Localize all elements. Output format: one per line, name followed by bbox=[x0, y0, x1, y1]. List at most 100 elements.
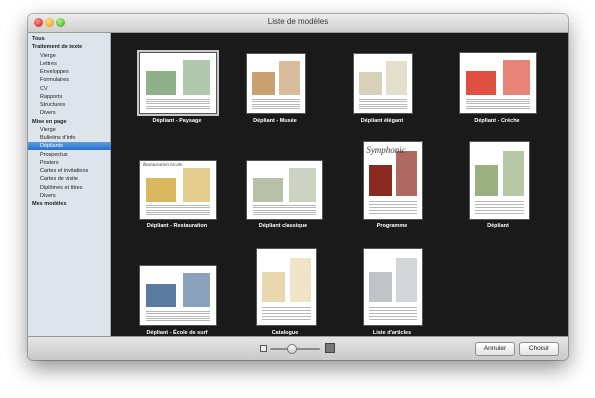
text-line bbox=[368, 306, 418, 308]
sidebar-item[interactable]: Divers bbox=[28, 109, 122, 117]
thumbnail-heading: Restauration locale bbox=[143, 163, 183, 169]
thumbnail-image bbox=[396, 258, 418, 303]
category-sidebar: Tous Traitement de texte Vierge Lettres Enve… bbox=[28, 33, 122, 336]
template-thumbnail[interactable] bbox=[139, 265, 217, 326]
template-thumbnail[interactable] bbox=[246, 53, 306, 114]
text-line bbox=[466, 108, 530, 110]
template-label[interactable]: Dépliant - Crèche bbox=[442, 118, 552, 124]
template-thumbnail[interactable] bbox=[459, 52, 537, 114]
sidebar-item[interactable]: Traitement de texte bbox=[28, 43, 114, 51]
sidebar-item[interactable]: Structures bbox=[28, 101, 122, 109]
text-line bbox=[368, 312, 418, 314]
text-line bbox=[146, 207, 210, 209]
text-line bbox=[474, 203, 525, 205]
text-line bbox=[466, 101, 530, 102]
thumbnail-image bbox=[386, 61, 408, 96]
template-label[interactable]: Dépliant - Restauration bbox=[122, 223, 232, 229]
text-line bbox=[368, 212, 418, 214]
sidebar-item[interactable]: Lettres bbox=[28, 60, 122, 68]
text-line bbox=[146, 212, 210, 214]
text-line bbox=[146, 103, 210, 105]
template-thumbnail[interactable] bbox=[137, 50, 219, 116]
template-thumbnail[interactable] bbox=[246, 160, 323, 220]
zoom-slider-knob[interactable] bbox=[287, 344, 297, 354]
cancel-button[interactable]: Annuler bbox=[475, 342, 515, 356]
choose-button[interactable]: Choisir bbox=[519, 342, 559, 356]
sidebar-item[interactable]: Mise en page bbox=[28, 118, 114, 126]
sidebar-item[interactable]: Cartes et invitations bbox=[28, 167, 122, 175]
template-label[interactable]: Dépliant - Musée bbox=[220, 118, 330, 124]
text-line bbox=[146, 108, 210, 110]
text-line bbox=[146, 214, 210, 216]
text-line bbox=[251, 98, 301, 100]
thumbnail-image bbox=[368, 165, 392, 196]
template-gallery: Dépliant - Paysage Dépliant - Musée Déplia… bbox=[111, 33, 568, 336]
text-line bbox=[253, 209, 316, 211]
text-line bbox=[146, 313, 210, 315]
text-line bbox=[358, 105, 408, 107]
template-chooser-window: Liste de modèles Tous Traitement de texte… bbox=[28, 14, 568, 360]
sidebar-item[interactable]: Mes modèles bbox=[28, 200, 114, 208]
thumbnail-image bbox=[368, 271, 392, 303]
bottom-bar: Annuler Choisir bbox=[28, 336, 568, 360]
sidebar-item[interactable]: Dépliants bbox=[28, 142, 122, 151]
template-label[interactable]: Dépliant élégant bbox=[327, 118, 437, 124]
sidebar-item[interactable]: Prospectus bbox=[28, 151, 122, 159]
text-line bbox=[146, 205, 210, 207]
thumbnail-image bbox=[502, 60, 530, 95]
thumbnail-image bbox=[253, 178, 283, 202]
thumbnail-image bbox=[358, 71, 382, 96]
sidebar-item[interactable]: Posters bbox=[28, 159, 122, 167]
text-line bbox=[474, 206, 525, 208]
sidebar-item[interactable]: Divers bbox=[28, 192, 122, 200]
text-line bbox=[251, 108, 301, 110]
text-line bbox=[261, 309, 312, 311]
sidebar-item[interactable]: Bulletins d’info bbox=[28, 134, 122, 142]
template-label[interactable]: Dépliant classique bbox=[228, 223, 338, 229]
template-thumbnail[interactable] bbox=[363, 248, 423, 326]
text-line bbox=[368, 200, 418, 202]
sidebar-item[interactable]: Diplômes et titres bbox=[28, 184, 122, 192]
sidebar-item[interactable]: Vierge bbox=[28, 126, 122, 134]
sidebar-item[interactable]: Formulaires bbox=[28, 76, 122, 84]
small-thumbnail-icon bbox=[260, 345, 267, 352]
text-line bbox=[261, 306, 312, 308]
large-thumbnail-icon bbox=[325, 343, 335, 353]
text-line bbox=[251, 103, 301, 105]
text-line bbox=[261, 312, 312, 314]
template-label[interactable]: Programme bbox=[337, 223, 447, 229]
text-line bbox=[146, 310, 210, 312]
text-line bbox=[146, 209, 210, 211]
title-bar: Liste de modèles bbox=[28, 14, 568, 33]
sidebar-item[interactable]: Vierge bbox=[28, 52, 122, 60]
text-line bbox=[358, 103, 408, 105]
sidebar-item[interactable]: CV bbox=[28, 85, 122, 93]
text-line bbox=[146, 317, 210, 319]
template-thumbnail[interactable] bbox=[256, 248, 317, 326]
sidebar-item[interactable]: Rapports bbox=[28, 93, 122, 101]
text-line bbox=[253, 207, 316, 209]
template-thumbnail[interactable]: Restauration locale bbox=[139, 160, 217, 220]
thumbnail-image bbox=[503, 151, 525, 196]
text-line bbox=[146, 315, 210, 317]
thumbnail-image bbox=[466, 71, 497, 95]
text-line bbox=[358, 101, 408, 103]
sidebar-item[interactable]: Cartes de visite bbox=[28, 175, 122, 183]
text-line bbox=[253, 214, 316, 216]
template-thumbnail[interactable] bbox=[353, 53, 413, 114]
template-label[interactable]: Dépliant bbox=[443, 223, 553, 229]
template-thumbnail[interactable] bbox=[469, 141, 530, 220]
sidebar-item[interactable]: Enveloppes bbox=[28, 68, 122, 76]
text-line bbox=[146, 320, 210, 322]
thumbnail-image bbox=[251, 71, 275, 96]
text-line bbox=[253, 212, 316, 214]
text-line bbox=[474, 209, 525, 211]
template-thumbnail[interactable]: Symphonic bbox=[363, 141, 423, 220]
sidebar-item[interactable]: Tous bbox=[28, 35, 114, 43]
window-title: Liste de modèles bbox=[267, 17, 329, 26]
text-line bbox=[358, 98, 408, 100]
template-label[interactable]: Dépliant - Paysage bbox=[122, 118, 232, 124]
thumbnail-image bbox=[146, 71, 177, 95]
text-line bbox=[466, 105, 530, 107]
thumbnail-heading: Symphonic bbox=[366, 145, 406, 156]
